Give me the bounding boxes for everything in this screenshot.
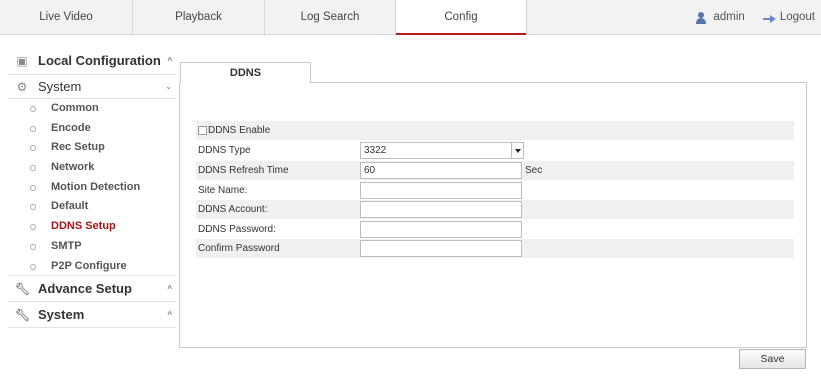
chevron-up-icon[interactable]: ^ — [167, 302, 172, 328]
chevron-up-icon[interactable]: ^ — [167, 276, 172, 302]
logout-link[interactable]: Logout — [780, 0, 815, 35]
sidebar-advance-setup[interactable]: 🔧︎ Advance Setup ^ — [8, 276, 176, 303]
bullet-icon — [30, 263, 36, 270]
bullet-icon — [30, 125, 36, 132]
refresh-time-row: DDNS Refresh Time 60 Sec — [196, 161, 794, 180]
sidebar-item-label: Common — [51, 102, 99, 114]
sidebar-item-label: Motion Detection — [51, 180, 141, 193]
sidebar-item-label: SMTP — [51, 239, 82, 252]
tab-log-search[interactable]: Log Search — [265, 0, 396, 35]
sidebar-item-label: DDNS Setup — [51, 220, 116, 233]
refresh-time-input[interactable]: 60 — [360, 162, 522, 179]
wrench-icon: 🔧︎ — [15, 282, 31, 297]
wrench-icon: 🔧︎ — [15, 308, 31, 323]
sidebar-item-common[interactable]: Common — [8, 99, 176, 119]
sidebar-system-2[interactable]: 🔧︎ System ^ — [8, 302, 176, 329]
password-row: DDNS Password: — [196, 220, 794, 239]
ddns-enable-label: DDNS Enable — [208, 125, 271, 136]
sidebar: ▣ Local Configuration ^ ⚙ System ⌄ Commo… — [8, 47, 176, 329]
bullet-icon — [30, 106, 36, 112]
sidebar-item-label: P2P Configure — [51, 259, 127, 272]
sidebar-item-ddns-setup[interactable]: DDNS Setup — [8, 217, 176, 237]
save-button[interactable]: Save — [739, 349, 806, 369]
bullet-icon — [30, 243, 36, 250]
sidebar-item-default[interactable]: Default — [8, 197, 176, 217]
sidebar-item-encode[interactable]: Encode — [8, 119, 176, 139]
ddns-type-select[interactable]: 3322 — [360, 142, 524, 159]
bullet-icon — [30, 165, 36, 172]
account-row: DDNS Account: — [196, 200, 794, 219]
tab-live-video[interactable]: Live Video — [0, 0, 133, 35]
refresh-time-label: DDNS Refresh Time — [198, 165, 289, 176]
ddns-enable-row: DDNS Enable — [196, 121, 794, 140]
sidebar-item-network[interactable]: Network — [8, 158, 176, 178]
sidebar-item-label: Default — [51, 200, 89, 213]
tab-playback[interactable]: Playback — [133, 0, 265, 35]
sidebar-item-smtp[interactable]: SMTP — [8, 237, 176, 257]
chevron-up-icon[interactable]: ^ — [167, 47, 172, 75]
top-navigation: Live Video Playback Log Search Config ad… — [0, 0, 821, 35]
monitor-icon: ▣ — [16, 54, 28, 68]
sidebar-system[interactable]: ⚙ System ⌄ — [8, 75, 176, 99]
password-input[interactable] — [360, 221, 522, 238]
sidebar-local-configuration[interactable]: ▣ Local Configuration ^ — [8, 47, 176, 75]
sidebar-item-motion-detection[interactable]: Motion Detection — [8, 178, 176, 198]
sidebar-item-rec-setup[interactable]: Rec Setup — [8, 138, 176, 158]
ddns-type-value: 3322 — [364, 145, 387, 156]
bullet-icon — [30, 184, 36, 191]
chevron-down-icon[interactable]: ⌄ — [165, 75, 172, 99]
logout-icon[interactable] — [762, 13, 777, 23]
sidebar-item-label: Network — [51, 161, 95, 174]
sidebar-local-configuration-label: Local Configuration — [38, 53, 161, 68]
confirm-password-input[interactable] — [360, 240, 522, 257]
password-label: DDNS Password: — [198, 224, 276, 235]
sidebar-advance-setup-label: Advance Setup — [38, 281, 132, 297]
tab-ddns[interactable]: DDNS — [180, 62, 311, 84]
bullet-icon — [30, 145, 36, 152]
tab-config[interactable]: Config — [396, 0, 527, 35]
gear-icon: ⚙ — [16, 80, 28, 94]
ddns-type-row: DDNS Type 3322 — [196, 141, 794, 160]
ddns-type-label: DDNS Type — [198, 145, 251, 156]
site-name-input[interactable] — [360, 182, 522, 199]
sidebar-system-label: System — [38, 79, 82, 94]
confirm-password-label: Confirm Password — [198, 243, 280, 254]
account-input[interactable] — [360, 201, 522, 218]
sidebar-item-label: Rec Setup — [51, 141, 105, 154]
refresh-time-unit: Sec — [525, 165, 543, 176]
dropdown-arrow-icon[interactable] — [511, 143, 523, 158]
site-name-row: Site Name: — [196, 181, 794, 200]
bullet-icon — [30, 224, 36, 231]
user-area: admin Logout — [695, 0, 821, 35]
username-label: admin — [713, 11, 745, 23]
bullet-icon — [30, 204, 36, 211]
site-name-label: Site Name: — [198, 185, 248, 196]
sidebar-system-2-label: System — [38, 307, 85, 323]
user-icon — [695, 11, 707, 24]
account-label: DDNS Account: — [198, 204, 268, 215]
sidebar-item-label: Encode — [51, 121, 91, 134]
ddns-enable-checkbox[interactable] — [198, 126, 207, 135]
confirm-password-row: Confirm Password — [196, 239, 794, 258]
sidebar-item-p2p-configure[interactable]: P2P Configure — [8, 257, 176, 277]
